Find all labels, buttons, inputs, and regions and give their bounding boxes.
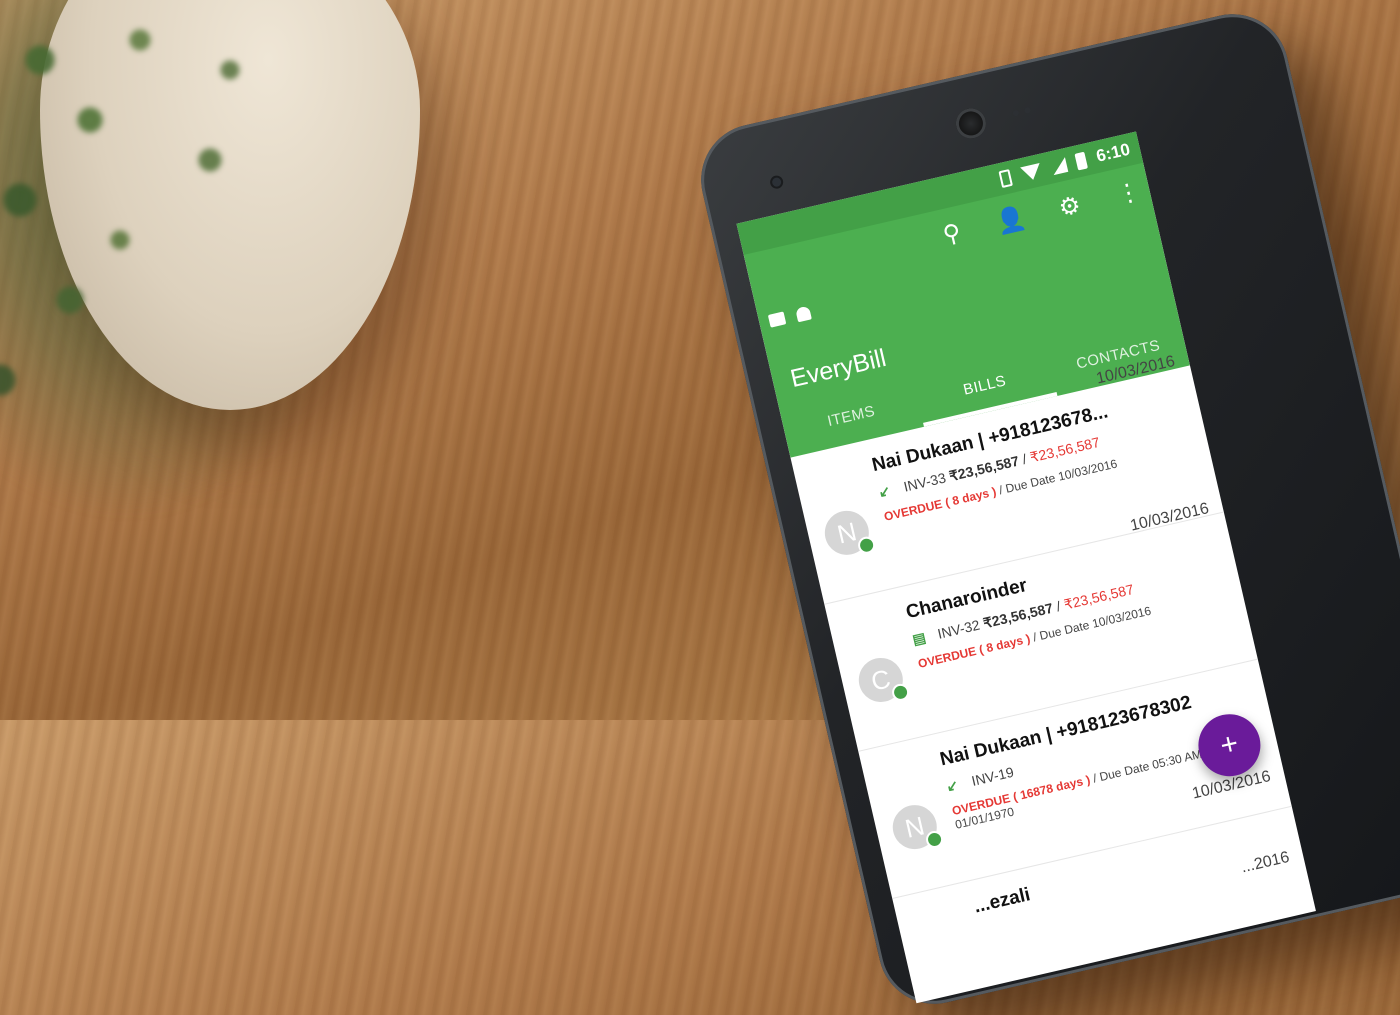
light-sensor (1023, 106, 1032, 114)
received-arrow-icon: ↙ (876, 482, 892, 501)
avatar-letter: C (868, 663, 894, 697)
received-arrow-icon: ↙ (944, 776, 960, 795)
status-dot (856, 535, 877, 556)
front-camera (771, 176, 783, 188)
status-dot (924, 829, 945, 850)
app-title: EveryBill (787, 343, 889, 394)
proximity-sensor (1012, 109, 1020, 117)
vibrate-icon (998, 169, 1014, 189)
search-icon[interactable]: ⚲ (934, 217, 970, 253)
avatar: N (820, 506, 877, 560)
invoice-number: INV-19 (969, 763, 1016, 789)
avatar: C (854, 653, 911, 707)
earpiece-speaker (952, 105, 989, 142)
phone-body: 6:10 ⚲ 👤 ⚙ ⋮ EveryBill ITEMS BILLS CONTA… (690, 3, 1400, 1015)
phone-device: 6:10 ⚲ 👤 ⚙ ⋮ EveryBill ITEMS BILLS CONTA… (690, 3, 1400, 1015)
person-icon[interactable]: 👤 (993, 203, 1029, 239)
invoice-number: INV-33 (902, 469, 948, 495)
wifi-icon (1019, 163, 1043, 183)
invoice-number: INV-32 (936, 616, 982, 642)
avatar-letter: N (902, 810, 928, 844)
phone-screen: 6:10 ⚲ 👤 ⚙ ⋮ EveryBill ITEMS BILLS CONTA… (736, 131, 1316, 1004)
avatar: N (888, 800, 945, 854)
bill-date: ...2016 (1239, 848, 1292, 877)
notification-icons (767, 304, 813, 331)
status-time: 6:10 (1094, 139, 1132, 166)
add-icon: + (1217, 726, 1242, 763)
bill-list: 10/03/2016 N Nai Dukaan | +918123678... … (790, 353, 1316, 1004)
message-notification-icon (767, 311, 787, 328)
amount-due: ₹23,56,587 (1062, 581, 1136, 613)
more-vert-icon[interactable]: ⋮ (1111, 176, 1147, 212)
background-plant-leaves (0, 0, 340, 540)
avatar-letter: N (834, 516, 860, 550)
android-notification-icon (795, 305, 813, 323)
gear-icon[interactable]: ⚙ (1052, 189, 1088, 225)
status-dot (890, 682, 911, 703)
battery-icon (1074, 151, 1089, 171)
document-icon: ▤ (910, 629, 928, 648)
contact-name: ...ezali (971, 884, 1033, 918)
cell-signal-icon (1049, 157, 1068, 176)
